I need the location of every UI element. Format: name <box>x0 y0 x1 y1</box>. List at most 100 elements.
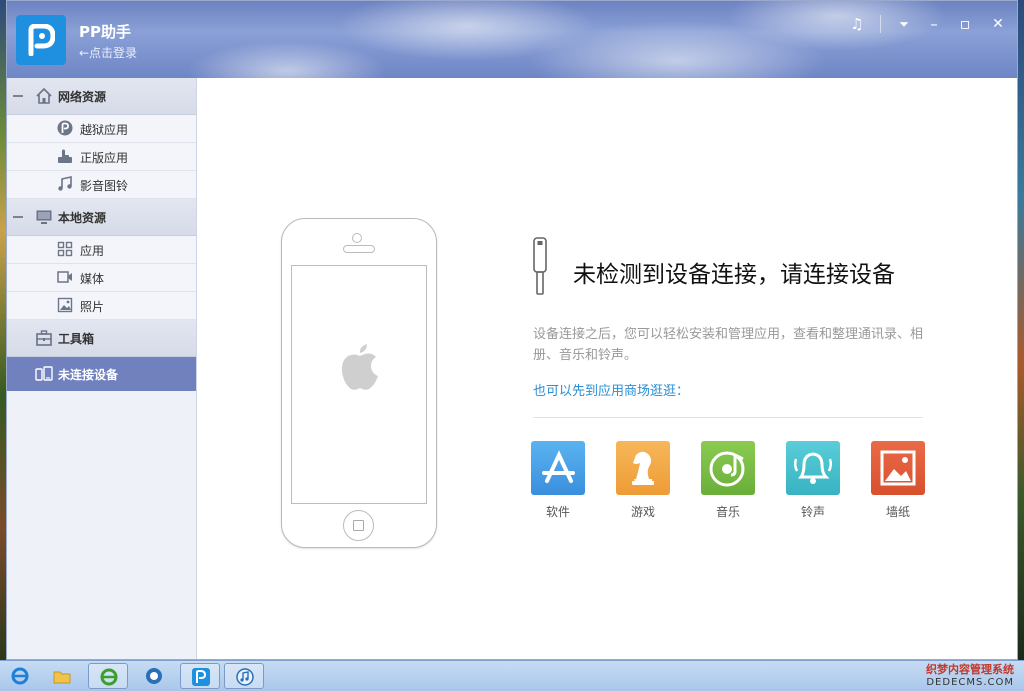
category-music[interactable]: 音乐 <box>701 441 755 520</box>
category-tile[interactable] <box>701 441 755 495</box>
toolbox-icon <box>36 330 52 346</box>
category-label: 铃声 <box>800 505 825 519</box>
music-button[interactable]: ♫ <box>846 14 868 34</box>
sidebar-item-label: 应用 <box>80 244 105 258</box>
ie-icon <box>100 668 118 686</box>
sidebar-item-toolbox[interactable]: 工具箱 <box>7 320 196 357</box>
ie-icon <box>11 667 29 685</box>
titlebar-separator <box>880 15 881 33</box>
category-label: 音乐 <box>715 505 740 519</box>
lightning-cable-icon <box>533 237 547 295</box>
sidebar-item-label: 影音图铃 <box>80 179 129 193</box>
app-circle-icon <box>146 668 162 684</box>
wallpaper-icon <box>880 450 916 486</box>
title-bar: PP助手 ←点击登录 ♫ ⏷ – ▫ ✕ <box>7 1 1017 78</box>
watermark-line2: DEDECMS.COM <box>926 677 1014 688</box>
device-icon <box>35 366 53 381</box>
taskbar-explorer[interactable] <box>42 663 82 689</box>
maximize-icon: ▫ <box>959 14 971 33</box>
itunes-icon <box>236 668 254 686</box>
watermark: 织梦内容管理系统 DEDECMS.COM <box>926 661 1014 688</box>
taskbar: 织梦内容管理系统 DEDECMS.COM <box>0 660 1024 691</box>
sidebar-item-media[interactable]: 媒体 <box>7 264 196 292</box>
sidebar-item-label: 媒体 <box>80 272 105 286</box>
close-button[interactable]: ✕ <box>987 14 1009 34</box>
monitor-icon <box>36 210 52 224</box>
apple-logo-icon <box>341 344 378 390</box>
category-ringtones[interactable]: 铃声 <box>786 441 840 520</box>
sidebar: 网络资源 越狱应用 正版应用 影音图铃 本地资源 应用 媒体 照片 工具箱 未连… <box>7 78 197 659</box>
watermark-line1: 织梦内容管理系统 <box>926 663 1014 676</box>
collapse-icon[interactable] <box>13 95 23 97</box>
app-window: PP助手 ←点击登录 ♫ ⏷ – ▫ ✕ 网络资源 越狱应用 正版应用 影音图铃… <box>6 0 1018 660</box>
game-icon <box>632 451 654 485</box>
sidebar-group-label: 工具箱 <box>58 332 95 346</box>
content-divider <box>533 417 923 418</box>
close-icon: ✕ <box>992 16 1004 32</box>
bell-icon <box>793 452 833 484</box>
sidebar-item-local-apps[interactable]: 应用 <box>7 236 196 264</box>
app-title: PP助手 <box>79 23 131 41</box>
music-disc-icon <box>709 451 745 487</box>
category-label: 墙纸 <box>885 505 910 519</box>
pp-icon <box>57 120 73 136</box>
music-note-icon <box>58 176 72 191</box>
category-tile[interactable] <box>786 441 840 495</box>
sidebar-group-label: 本地资源 <box>58 211 107 225</box>
category-games[interactable]: 游戏 <box>616 441 670 520</box>
login-link[interactable]: ←点击登录 <box>79 44 137 61</box>
phone-speaker <box>343 245 375 253</box>
taskbar-pp-assistant[interactable] <box>180 663 220 689</box>
sidebar-item-label: 越狱应用 <box>80 123 129 137</box>
category-tile[interactable] <box>871 441 925 495</box>
sidebar-item-device[interactable]: 未连接设备 <box>7 357 196 391</box>
music-icon: ♫ <box>850 15 864 33</box>
photo-icon <box>57 297 73 313</box>
pp-logo-icon <box>28 24 55 56</box>
menu-icon: ⏷ <box>899 17 909 31</box>
phone-camera <box>352 233 362 243</box>
phone-home-square <box>353 520 364 531</box>
category-tile[interactable] <box>531 441 585 495</box>
taskbar-app[interactable] <box>134 663 174 689</box>
sidebar-item-label: 照片 <box>80 300 105 314</box>
cloud-decoration <box>187 41 387 78</box>
sidebar-item-jailbreak-apps[interactable]: 越狱应用 <box>7 115 196 143</box>
appstore-hand-icon <box>58 149 72 163</box>
app-logo <box>16 15 66 65</box>
minimize-button[interactable]: – <box>923 14 945 34</box>
phone-home-button <box>343 510 374 541</box>
sidebar-item-genuine-apps[interactable]: 正版应用 <box>7 143 196 171</box>
pp-logo-icon <box>192 668 210 686</box>
video-icon <box>57 271 72 283</box>
sidebar-item-photos[interactable]: 照片 <box>7 292 196 320</box>
sidebar-item-label: 正版应用 <box>80 151 129 165</box>
sidebar-item-media-ringtones[interactable]: 影音图铃 <box>7 171 196 199</box>
taskbar-ie-pinned[interactable] <box>0 663 40 689</box>
minimize-icon: – <box>930 15 938 33</box>
sidebar-group-local[interactable]: 本地资源 <box>7 199 196 236</box>
phone-screen <box>291 265 427 504</box>
category-label: 游戏 <box>630 505 655 519</box>
taskbar-ie-window[interactable] <box>88 663 128 689</box>
sidebar-group-network[interactable]: 网络资源 <box>7 78 196 115</box>
software-icon <box>542 450 575 483</box>
maximize-button[interactable]: ▫ <box>954 14 976 34</box>
connect-description: 设备连接之后，您可以轻松安装和管理应用，查看和整理通讯录、相册、音乐和铃声。 <box>533 327 924 363</box>
category-wallpapers[interactable]: 墙纸 <box>871 441 925 520</box>
home-icon <box>36 87 52 104</box>
folder-icon <box>53 671 71 684</box>
menu-button[interactable]: ⏷ <box>893 14 915 34</box>
category-tile[interactable] <box>616 441 670 495</box>
no-device-headline: 未检测到设备连接，请连接设备 <box>573 262 895 288</box>
taskbar-itunes[interactable] <box>224 663 264 689</box>
category-software[interactable]: 软件 <box>531 441 585 520</box>
desktop-edge-right <box>1018 0 1024 660</box>
app-store-link[interactable]: 也可以先到应用商场逛逛： <box>533 380 689 399</box>
sidebar-group-label: 网络资源 <box>58 90 107 104</box>
sidebar-item-label: 未连接设备 <box>58 368 119 382</box>
collapse-icon[interactable] <box>13 216 23 218</box>
category-label: 软件 <box>545 505 570 519</box>
grid-icon <box>57 241 73 257</box>
phone-illustration <box>281 218 437 548</box>
